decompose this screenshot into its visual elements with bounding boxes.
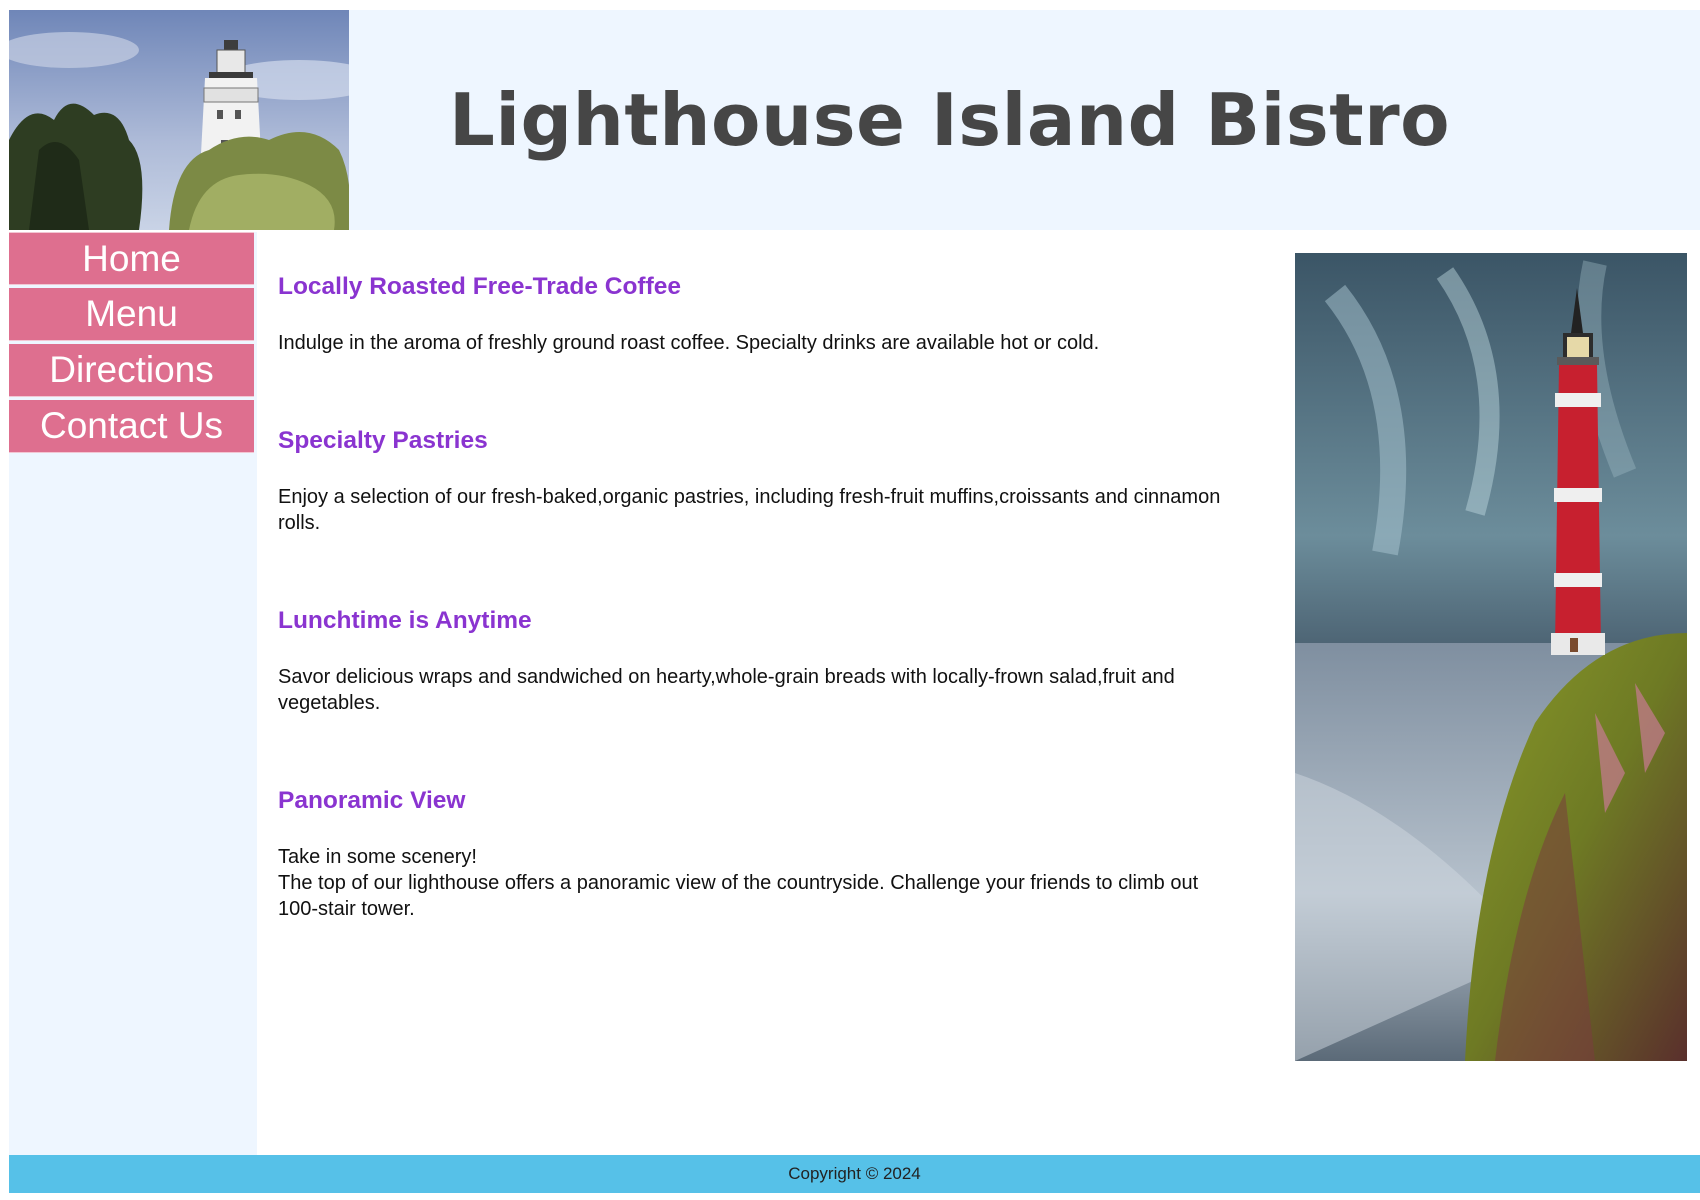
section-paragraph: Enjoy a selection of our fresh-baked,org… [278, 486, 1221, 534]
site-header: Lighthouse Island Bistro [9, 10, 1700, 230]
section-heading: Panoramic View [278, 787, 466, 814]
section-panoramic: Panoramic View Take in some scenery! The… [278, 786, 1238, 922]
nav-home-link[interactable]: Home [9, 232, 254, 285]
sidebar: Home Menu Directions Contact Us [9, 232, 257, 1162]
section-pastries: Specialty Pastries Enjoy a selection of … [278, 426, 1238, 536]
page: Lighthouse Island Bistro Home Menu Direc… [9, 10, 1700, 1193]
section-coffee: Locally Roasted Free-Trade Coffee Indulg… [278, 272, 1238, 356]
header-lighthouse-photo [9, 10, 349, 230]
nav-directions-link[interactable]: Directions [9, 344, 254, 397]
section-lunch: Lunchtime is Anytime Savor delicious wra… [278, 606, 1238, 716]
site-footer: Copyright © 2024 [9, 1155, 1700, 1193]
section-paragraph: Savor delicious wraps and sandwiched on … [278, 666, 1175, 714]
lighthouse-cliff-photo [1295, 253, 1687, 1061]
nav-menu-link[interactable]: Menu [9, 288, 254, 341]
section-paragraph: Indulge in the aroma of freshly ground r… [278, 332, 1100, 354]
section-heading: Locally Roasted Free-Trade Coffee [278, 273, 682, 300]
section-heading: Lunchtime is Anytime [278, 607, 532, 634]
site-title: Lighthouse Island Bistro [449, 78, 1451, 162]
nav-contact-us-link[interactable]: Contact Us [9, 400, 254, 453]
copyright-text: Copyright © 2024 [788, 1164, 921, 1183]
section-heading: Specialty Pastries [278, 427, 488, 454]
section-paragraph: Take in some scenery! [278, 846, 477, 868]
section-paragraph: The top of our lighthouse offers a panor… [278, 872, 1199, 920]
main-content: Locally Roasted Free-Trade Coffee Indulg… [278, 272, 1238, 986]
